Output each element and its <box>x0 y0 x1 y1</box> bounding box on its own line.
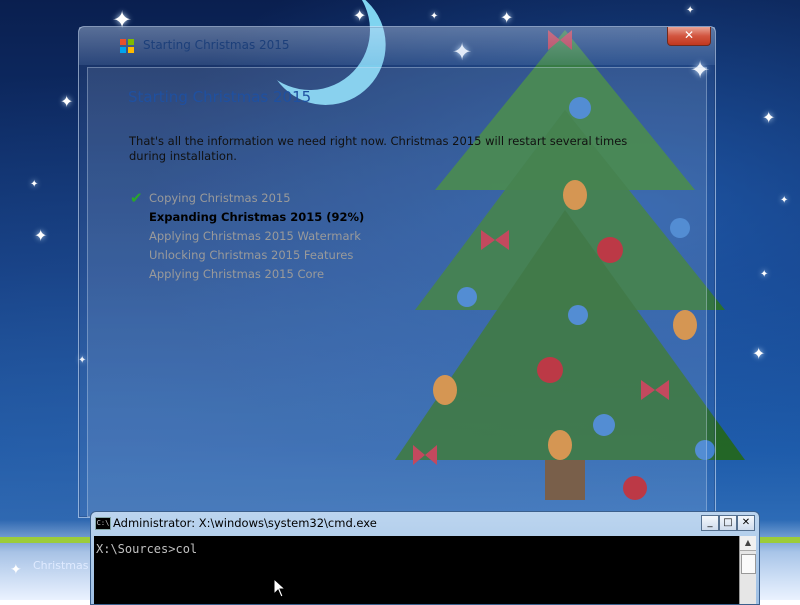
cmd-icon: C:\ <box>95 517 111 530</box>
star-icon: ✦ <box>60 92 74 111</box>
star-icon: ✦ <box>686 5 695 16</box>
setup-description: That's all the information we need right… <box>129 134 628 163</box>
minimize-button[interactable]: _ <box>701 515 719 531</box>
step-core: Applying Christmas 2015 Core <box>130 265 364 284</box>
cmd-titlebar[interactable]: C:\ Administrator: X:\windows\system32\c… <box>91 512 759 534</box>
setup-steps-list: ✔ Copying Christmas 2015 Expanding Chris… <box>130 189 364 284</box>
star-icon: ✦ <box>34 226 48 245</box>
star-icon: ✦ <box>353 6 367 25</box>
step-label: Unlocking Christmas 2015 Features <box>149 248 354 262</box>
step-label: Applying Christmas 2015 Core <box>149 267 325 281</box>
step-copying: ✔ Copying Christmas 2015 <box>130 189 364 208</box>
progress-strip-left <box>0 537 90 543</box>
step-expanding: Expanding Christmas 2015 (92%) <box>130 208 364 227</box>
mouse-pointer-icon <box>273 578 287 598</box>
setup-heading: Starting Christmas 2015 <box>128 88 312 106</box>
setup-close-button[interactable]: ✕ <box>667 27 711 46</box>
setup-window: Starting Christmas 2015 ✕ Starting Chris… <box>78 26 716 518</box>
star-icon: ✦ <box>762 108 776 127</box>
cmd-close-button[interactable]: ✕ <box>737 515 755 531</box>
step-label: Applying Christmas 2015 Watermark <box>149 229 361 243</box>
setup-window-title: Starting Christmas 2015 <box>143 38 290 52</box>
scroll-thumb[interactable] <box>741 554 756 574</box>
checkmark-icon: ✔ <box>130 189 143 207</box>
minimize-icon: _ <box>707 517 713 528</box>
taskbar-label: Christmas <box>33 559 89 572</box>
cmd-scrollbar[interactable]: ▲ <box>739 536 756 604</box>
step-label: Copying Christmas 2015 <box>149 191 291 205</box>
cmd-prompt-line: X:\Sources>col <box>96 542 198 556</box>
step-unlocking: Unlocking Christmas 2015 Features <box>130 246 364 265</box>
step-watermark: Applying Christmas 2015 Watermark <box>130 227 364 246</box>
setup-titlebar[interactable]: Starting Christmas 2015 ✕ <box>79 27 715 65</box>
scroll-up-arrow-icon[interactable]: ▲ <box>740 536 756 551</box>
star-icon: ✦ <box>10 562 22 578</box>
cmd-console[interactable]: X:\Sources>col <box>94 536 739 604</box>
close-icon: ✕ <box>741 517 751 528</box>
star-icon: ✦ <box>780 195 789 206</box>
maximize-button[interactable]: □ <box>719 515 737 531</box>
cmd-window: C:\ Administrator: X:\windows\system32\c… <box>90 511 760 605</box>
progress-strip-right <box>757 537 800 543</box>
cmd-window-title: Administrator: X:\windows\system32\cmd.e… <box>113 516 377 530</box>
step-label: Expanding Christmas 2015 (92%) <box>149 210 365 224</box>
star-icon: ✦ <box>30 179 39 190</box>
maximize-icon: □ <box>723 517 733 528</box>
star-icon: ✦ <box>760 269 769 280</box>
close-icon: ✕ <box>683 28 695 42</box>
windows-logo-icon <box>120 39 134 53</box>
